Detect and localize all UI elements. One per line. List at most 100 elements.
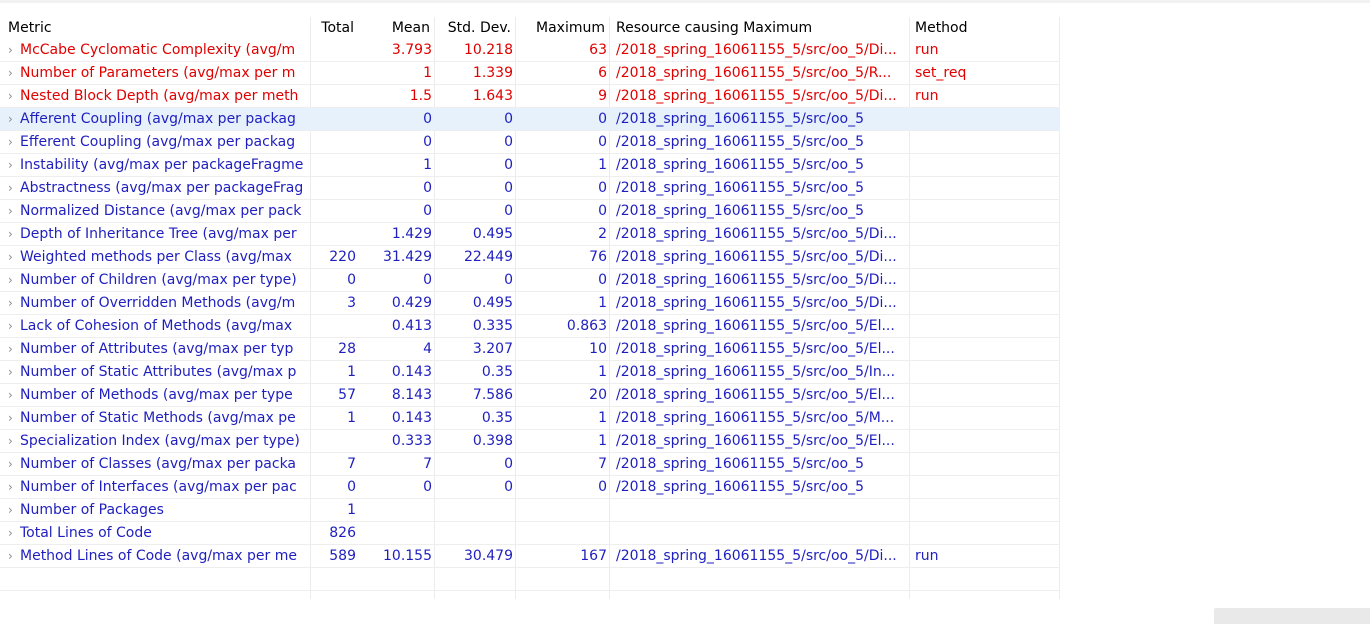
std-dev-cell: 0 <box>504 272 513 288</box>
chevron-right-icon[interactable]: › <box>8 200 20 222</box>
chevron-right-icon[interactable]: › <box>8 338 20 360</box>
table-row[interactable]: › Instability (avg/max per packageFragme 1… <box>0 154 1060 177</box>
total-cell <box>311 154 358 176</box>
total-cell <box>311 108 358 130</box>
metric-label: Number of Static Attributes (avg/max p <box>20 364 297 380</box>
column-header-metric[interactable]: Metric <box>8 17 310 39</box>
table-row[interactable]: › Number of Parameters (avg/max per m 1 1.3… <box>0 62 1060 85</box>
total-cell: 589 <box>329 548 356 564</box>
column-header-total[interactable]: Total <box>311 17 358 39</box>
chevron-right-icon[interactable]: › <box>8 315 20 337</box>
chevron-right-icon[interactable]: › <box>8 499 20 521</box>
table-header: Metric Total Mean Std. Dev. Maximum Reso… <box>0 17 1060 39</box>
table-row[interactable]: › Method Lines of Code (avg/max per me 589… <box>0 545 1060 568</box>
table-row[interactable]: › Specialization Index (avg/max per type)… <box>0 430 1060 453</box>
std-dev-cell: 0 <box>504 157 513 173</box>
chevron-right-icon[interactable]: › <box>8 407 20 429</box>
metric-label: Number of Overridden Methods (avg/m <box>20 295 296 311</box>
metric-label: Number of Methods (avg/max per type <box>20 387 293 403</box>
total-cell <box>311 39 358 61</box>
metric-cell: › Number of Attributes (avg/max per typ <box>8 338 310 360</box>
table-row[interactable]: › Number of Classes (avg/max per packa 7 7 0… <box>0 453 1060 476</box>
chevron-right-icon[interactable]: › <box>8 453 20 475</box>
table-row[interactable]: › McCabe Cyclomatic Complexity (avg/m 3.79… <box>0 39 1060 62</box>
method-cell <box>910 315 1060 337</box>
chevron-right-icon[interactable]: › <box>8 154 20 176</box>
column-header-method[interactable]: Method <box>910 17 1060 39</box>
resource-cell: /2018_spring_16061155_5/src/oo_5/R... <box>616 65 892 81</box>
table-row[interactable]: › Number of Static Attributes (avg/max p 1… <box>0 361 1060 384</box>
table-row[interactable]: › Efferent Coupling (avg/max per packag 0 0… <box>0 131 1060 154</box>
chevron-right-icon[interactable]: › <box>8 85 20 107</box>
std-dev-cell: 0 <box>504 203 513 219</box>
method-cell <box>910 292 1060 314</box>
chevron-right-icon[interactable]: › <box>8 476 20 498</box>
chevron-right-icon[interactable]: › <box>8 384 20 406</box>
std-dev-cell: 7.586 <box>472 387 513 403</box>
mean-cell: 0.429 <box>391 295 432 311</box>
total-cell: 7 <box>347 456 356 472</box>
chevron-right-icon[interactable]: › <box>8 108 20 130</box>
method-cell <box>910 361 1060 383</box>
resource-cell: /2018_spring_16061155_5/src/oo_5 <box>616 134 865 150</box>
mean-cell: 0 <box>423 180 432 196</box>
table-row[interactable]: › Depth of Inheritance Tree (avg/max per 1… <box>0 223 1060 246</box>
total-cell: 0 <box>347 272 356 288</box>
std-dev-cell: 0.495 <box>472 226 513 242</box>
horizontal-scrollbar-thumb[interactable] <box>1214 608 1370 624</box>
maximum-cell <box>516 522 609 544</box>
table-row[interactable]: › Number of Overridden Methods (avg/m 3 0.4… <box>0 292 1060 315</box>
chevron-right-icon[interactable]: › <box>8 246 20 268</box>
chevron-right-icon[interactable]: › <box>8 361 20 383</box>
method-cell <box>910 407 1060 429</box>
table-row[interactable]: › Total Lines of Code 826 <box>0 522 1060 545</box>
mean-cell: 1 <box>423 65 432 81</box>
resource-cell: /2018_spring_16061155_5/src/oo_5 <box>616 157 865 173</box>
table-row[interactable]: › Number of Interfaces (avg/max per pac 0 0… <box>0 476 1060 499</box>
std-dev-cell: 1.643 <box>472 88 513 104</box>
mean-cell: 10.155 <box>383 548 432 564</box>
metric-label: McCabe Cyclomatic Complexity (avg/m <box>20 42 296 58</box>
table-row[interactable]: › Lack of Cohesion of Methods (avg/max 0.4… <box>0 315 1060 338</box>
table-row[interactable]: › Abstractness (avg/max per packageFrag 0 0… <box>0 177 1060 200</box>
metric-cell: › Number of Static Attributes (avg/max p <box>8 361 310 383</box>
table-row[interactable]: › Number of Packages 1 <box>0 499 1060 522</box>
table-row[interactable]: › Number of Children (avg/max per type) 0 0… <box>0 269 1060 292</box>
total-cell: 1 <box>347 502 356 518</box>
column-header-maximum[interactable]: Maximum <box>516 17 609 39</box>
column-header-std-dev[interactable]: Std. Dev. <box>435 17 515 39</box>
metric-label: Method Lines of Code (avg/max per me <box>20 548 297 564</box>
chevron-right-icon[interactable]: › <box>8 177 20 199</box>
resource-cell: /2018_spring_16061155_5/src/oo_5 <box>616 479 865 495</box>
mean-cell: 4 <box>423 341 432 357</box>
metric-label: Number of Classes (avg/max per packa <box>20 456 297 472</box>
chevron-right-icon[interactable]: › <box>8 269 20 291</box>
metric-label: Number of Interfaces (avg/max per pac <box>20 479 297 495</box>
chevron-right-icon[interactable]: › <box>8 131 20 153</box>
chevron-right-icon[interactable]: › <box>8 545 20 567</box>
table-row[interactable]: › Number of Methods (avg/max per type 57 8.… <box>0 384 1060 407</box>
maximum-cell: 10 <box>589 341 607 357</box>
metric-cell: › Number of Packages <box>8 499 310 521</box>
maximum-cell: 1 <box>598 295 607 311</box>
std-dev-cell: 0.35 <box>481 364 513 380</box>
chevron-right-icon[interactable]: › <box>8 223 20 245</box>
chevron-right-icon[interactable]: › <box>8 430 20 452</box>
total-cell <box>311 315 358 337</box>
total-cell <box>311 430 358 452</box>
table-row[interactable]: › Weighted methods per Class (avg/max 220 3… <box>0 246 1060 269</box>
std-dev-cell <box>435 522 515 544</box>
table-row[interactable]: › Nested Block Depth (avg/max per meth 1.5… <box>0 85 1060 108</box>
chevron-right-icon[interactable]: › <box>8 62 20 84</box>
chevron-right-icon[interactable]: › <box>8 522 20 544</box>
table-row[interactable]: › Number of Attributes (avg/max per typ 28… <box>0 338 1060 361</box>
table-row[interactable]: › Afferent Coupling (avg/max per packag 0 0… <box>0 108 1060 131</box>
maximum-cell: 2 <box>598 226 607 242</box>
chevron-right-icon[interactable]: › <box>8 292 20 314</box>
table-row[interactable]: › Normalized Distance (avg/max per pack 0 0… <box>0 200 1060 223</box>
column-header-resource[interactable]: Resource causing Maximum <box>610 17 909 39</box>
column-header-mean[interactable]: Mean <box>358 17 434 39</box>
table-body: › McCabe Cyclomatic Complexity (avg/m 3.79… <box>0 39 1060 591</box>
chevron-right-icon[interactable]: › <box>8 39 20 61</box>
table-row[interactable]: › Number of Static Methods (avg/max pe 1 0.… <box>0 407 1060 430</box>
